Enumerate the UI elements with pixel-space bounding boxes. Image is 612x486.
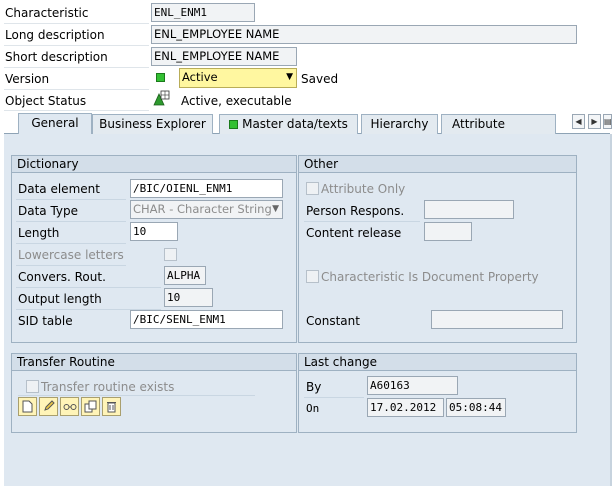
row-divider — [16, 287, 161, 288]
content-release-label: Content release — [306, 226, 402, 240]
data-type-label: Data Type — [18, 204, 79, 218]
length-label: Length — [18, 226, 60, 240]
row-divider — [16, 265, 126, 266]
active-status-icon — [156, 73, 165, 82]
data-type-value: CHAR - Character String — [133, 202, 272, 216]
new-document-icon — [22, 400, 33, 413]
tab-scroll-right-button[interactable]: ▶ — [588, 114, 601, 129]
data-element-label: Data element — [18, 182, 100, 196]
lowercase-letters-checkbox[interactable] — [164, 248, 177, 261]
active-status-icon — [229, 120, 239, 129]
constant-field[interactable] — [431, 310, 563, 329]
short-description-label: Short description — [5, 50, 108, 64]
transfer-routine-exists-checkbox[interactable] — [26, 380, 39, 393]
transfer-routine-title: Transfer Routine — [12, 354, 296, 371]
attribute-only-label: Attribute Only — [321, 182, 406, 196]
constant-label: Constant — [306, 314, 360, 328]
delete-routine-button[interactable] — [102, 397, 121, 416]
tab-scroll-left-button[interactable]: ◀ — [572, 114, 585, 129]
changed-on-date-field[interactable]: 17.02.2012 — [367, 398, 444, 417]
tab-list-button[interactable]: ▤ — [603, 114, 612, 129]
trash-icon — [107, 402, 116, 413]
header-row-divider — [4, 67, 149, 68]
changed-by-field[interactable]: A60163 — [367, 376, 458, 395]
tab-general-label: General — [31, 116, 79, 130]
tab-master-data-label: Master data/texts — [242, 117, 348, 131]
sid-table-field[interactable]: /BIC/SENL_ENM1 — [130, 310, 283, 329]
tab-hierarchy[interactable]: Hierarchy — [361, 114, 438, 134]
output-length-field[interactable]: 10 — [164, 288, 213, 307]
content-release-field[interactable] — [424, 222, 472, 241]
document-property-checkbox[interactable] — [306, 270, 319, 283]
last-change-title: Last change — [299, 354, 576, 371]
copy-icon — [84, 400, 97, 413]
document-property-label: Characteristic Is Document Property — [321, 270, 539, 284]
length-field[interactable]: 10 — [130, 222, 178, 241]
object-status-label: Object Status — [5, 94, 87, 108]
row-divider — [18, 395, 255, 396]
person-responsible-label: Person Respons. — [306, 204, 405, 218]
short-description-field[interactable]: ENL_EMPLOYEE NAME — [151, 47, 297, 66]
sid-table-label: SID table — [18, 314, 73, 328]
long-description-label: Long description — [5, 28, 105, 42]
header-row-divider — [4, 89, 149, 90]
output-length-label: Output length — [18, 292, 102, 306]
tab-business-explorer-label: Business Explorer — [99, 117, 206, 131]
header-row-divider — [4, 110, 149, 111]
conversion-routine-label: Convers. Rout. — [18, 270, 106, 284]
transfer-routine-exists-label: Transfer routine exists — [41, 380, 175, 394]
version-value: Active — [182, 70, 218, 84]
row-divider — [16, 199, 126, 200]
version-status-text: Saved — [301, 72, 339, 86]
version-label: Version — [5, 72, 50, 86]
change-routine-button[interactable] — [39, 397, 58, 416]
glasses-icon — [63, 404, 76, 410]
tab-attribute-label: Attribute — [452, 117, 505, 131]
row-divider — [16, 243, 126, 244]
characteristic-label: Characteristic — [5, 6, 89, 20]
row-divider — [16, 221, 126, 222]
data-type-dropdown[interactable]: CHAR - Character String ▼ — [130, 200, 283, 219]
conversion-routine-field[interactable]: ALPHA — [164, 266, 206, 285]
changed-on-time-field[interactable]: 05:08:44 — [446, 398, 506, 417]
changed-by-label: By — [306, 380, 322, 394]
data-element-field[interactable]: /BIC/OIENL_ENM1 — [130, 179, 283, 198]
header-row-divider — [4, 45, 149, 46]
create-routine-button[interactable] — [18, 397, 37, 416]
person-responsible-field[interactable] — [424, 200, 514, 219]
object-status-value: Active, executable — [181, 94, 292, 108]
chevron-down-icon: ▼ — [286, 72, 293, 82]
lowercase-letters-label: Lowercase letters — [18, 248, 124, 262]
characteristic-field[interactable]: ENL_ENM1 — [151, 3, 255, 22]
long-description-field[interactable]: ENL_EMPLOYEE NAME — [151, 25, 577, 44]
copy-routine-button[interactable] — [81, 397, 100, 416]
tab-general[interactable]: General — [18, 113, 92, 134]
tab-master-data-texts[interactable]: Master data/texts — [219, 114, 358, 134]
changed-on-label: On — [306, 402, 320, 415]
version-dropdown[interactable]: Active ▼ — [179, 68, 297, 88]
chevron-down-icon: ▼ — [272, 204, 279, 214]
row-divider — [304, 397, 364, 398]
tab-business-explorer[interactable]: Business Explorer — [92, 114, 213, 134]
attribute-only-checkbox[interactable] — [306, 182, 319, 195]
header-row-divider — [4, 23, 149, 24]
display-routine-button[interactable] — [60, 397, 79, 416]
row-divider — [304, 221, 420, 222]
tab-attribute[interactable]: Attribute — [441, 114, 556, 134]
executable-status-icon — [153, 90, 170, 106]
tab-hierarchy-label: Hierarchy — [370, 117, 429, 131]
other-title: Other — [299, 156, 576, 173]
dictionary-title: Dictionary — [12, 156, 296, 173]
pencil-icon — [43, 400, 55, 411]
